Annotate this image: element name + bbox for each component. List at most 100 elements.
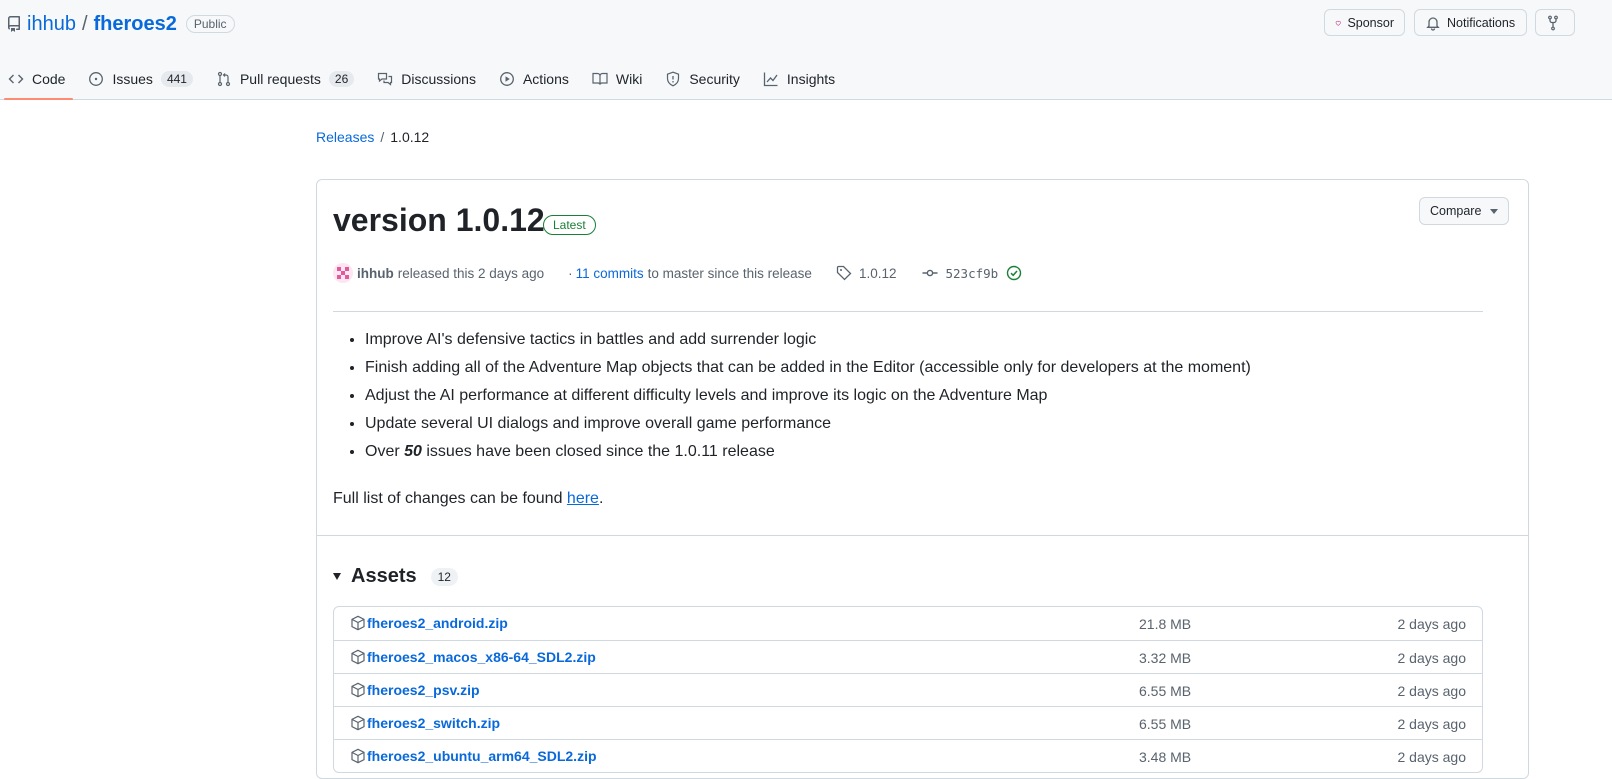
bell-icon (1426, 16, 1440, 31)
package-icon (351, 748, 365, 764)
compare-button[interactable]: Compare (1419, 197, 1510, 225)
full-list-prefix: Full list of changes can be found (333, 490, 567, 507)
chevron-down-icon (1490, 208, 1499, 214)
tab-pull-requests-label: Pull requests (239, 71, 321, 87)
tab-insights-label: Insights (786, 71, 836, 87)
assets-list: fheroes2_android.zip 21.8 MB 2 days ago … (333, 606, 1483, 773)
asset-row: fheroes2_android.zip 21.8 MB 2 days ago (334, 607, 1482, 640)
release-note-item: Adjust the AI performance at different d… (365, 384, 1251, 412)
repo-owner-link[interactable]: ihhub (27, 13, 76, 36)
notifications-button[interactable]: Notifications (1414, 9, 1527, 36)
repo-title: ihhub / fheroes2 Public (6, 12, 235, 36)
package-icon (351, 715, 365, 731)
git-commit-icon (922, 269, 937, 277)
package-icon (351, 649, 365, 665)
release-note-item: Improve AI's defensive tactics in battle… (365, 328, 1251, 356)
commit-link[interactable]: 523cf9b (922, 265, 1031, 281)
tab-discussions[interactable]: Discussions (369, 60, 484, 98)
release-note-item: Update several UI dialogs and improve ov… (365, 412, 1251, 440)
tag-link[interactable]: 1.0.12 (836, 265, 897, 281)
tab-actions-label: Actions (522, 71, 569, 87)
meta-dot: · (568, 265, 573, 281)
full-list-suffix: . (598, 490, 604, 507)
asset-date: 2 days ago (1397, 650, 1467, 666)
asset-download-link[interactable]: fheroes2_switch.zip (367, 715, 500, 731)
release-note-item: Finish adding all of the Adventure Map o… (365, 356, 1251, 384)
book-icon (592, 72, 608, 85)
issues-count-badge: 441 (160, 71, 193, 87)
release-note-item: Over 50 issues have been closed since th… (365, 440, 1251, 468)
package-icon (351, 682, 365, 698)
repo-header: ihhub / fheroes2 Public Sponsor Notifica… (0, 0, 1612, 100)
assets-divider (317, 535, 1528, 536)
tab-code-label: Code (32, 71, 66, 87)
sponsor-button[interactable]: Sponsor (1324, 9, 1405, 36)
tab-code[interactable]: Code (0, 60, 74, 100)
changes-here-link[interactable]: here (567, 490, 599, 507)
shield-icon (667, 71, 680, 87)
asset-download-link[interactable]: fheroes2_android.zip (367, 615, 508, 631)
asset-size: 21.8 MB (1139, 616, 1192, 632)
asset-size: 3.32 MB (1139, 650, 1192, 666)
release-title: version 1.0.12 (333, 202, 545, 238)
assets-count-badge: 12 (430, 567, 458, 586)
tab-issues[interactable]: Issues 441 (80, 60, 201, 98)
tab-insights[interactable]: Insights (755, 60, 843, 98)
asset-row: fheroes2_psv.zip 6.55 MB 2 days ago (334, 673, 1482, 706)
asset-size: 6.55 MB (1139, 716, 1192, 732)
tab-wiki[interactable]: Wiki (584, 60, 650, 98)
tab-discussions-label: Discussions (401, 71, 476, 87)
compare-label: Compare (1430, 204, 1482, 218)
asset-row: fheroes2_ubuntu_arm64_SDL2.zip 3.48 MB 2… (334, 739, 1482, 772)
asset-download-link[interactable]: fheroes2_psv.zip (367, 682, 480, 698)
pull-requests-count-badge: 26 (328, 71, 355, 87)
commits-link[interactable]: 11 commits (576, 266, 644, 281)
release-card: version 1.0.12 Latest Compare ihhub rele… (316, 179, 1529, 779)
asset-date: 2 days ago (1397, 749, 1467, 765)
tag-icon (836, 265, 852, 281)
releases-link[interactable]: Releases (316, 129, 374, 145)
issues-closed-count: 50 (404, 443, 422, 460)
comment-discussion-icon (378, 72, 393, 86)
fork-icon (1548, 15, 1558, 30)
fork-button[interactable] (1535, 9, 1575, 36)
released-text: released this 2 days ago (397, 265, 545, 281)
assets-title: Assets (351, 565, 417, 587)
check-circle-icon[interactable] (1006, 265, 1022, 281)
asset-download-link[interactable]: fheroes2_macos_x86-64_SDL2.zip (367, 649, 596, 665)
visibility-badge: Public (185, 15, 235, 33)
package-icon (351, 615, 365, 631)
asset-date: 2 days ago (1397, 683, 1467, 699)
repo-nav-tabs: Code Issues 441 Pull requests 26 Discuss… (0, 60, 850, 100)
tab-actions[interactable]: Actions (491, 60, 577, 98)
breadcrumb-separator: / (380, 129, 385, 145)
last-note-suffix: issues have been closed since the 1.0.11… (421, 443, 775, 460)
avatar[interactable] (333, 263, 353, 283)
last-note-prefix: Over (365, 443, 405, 460)
caret-down-icon (333, 573, 341, 580)
asset-download-link[interactable]: fheroes2_ubuntu_arm64_SDL2.zip (367, 748, 597, 764)
tab-security[interactable]: Security (657, 60, 748, 98)
commits-suffix: to master since this release (647, 265, 812, 281)
code-icon (8, 74, 24, 84)
release-meta: ihhub released this 2 days ago · 11 comm… (333, 263, 1030, 283)
sponsor-label: Sponsor (1347, 15, 1394, 30)
tab-issues-label: Issues (112, 71, 153, 87)
release-author-link[interactable]: ihhub (357, 266, 394, 281)
graph-icon (763, 72, 778, 87)
heart-icon (1335, 20, 1341, 26)
play-icon (500, 72, 514, 86)
latest-badge: Latest (543, 215, 596, 235)
tab-security-label: Security (689, 71, 740, 87)
asset-row: fheroes2_switch.zip 6.55 MB 2 days ago (334, 706, 1482, 739)
asset-date: 2 days ago (1397, 616, 1467, 632)
asset-date: 2 days ago (1397, 716, 1467, 732)
notifications-label: Notifications (1447, 15, 1516, 30)
tab-wiki-label: Wiki (615, 71, 643, 87)
assets-toggle[interactable]: Assets 12 (333, 565, 458, 588)
repo-name-link[interactable]: fheroes2 (94, 13, 177, 36)
issue-icon (89, 72, 104, 86)
full-changes-text: Full list of changes can be found here. (333, 490, 603, 508)
tag-label: 1.0.12 (858, 265, 897, 281)
tab-pull-requests[interactable]: Pull requests 26 (208, 60, 362, 98)
